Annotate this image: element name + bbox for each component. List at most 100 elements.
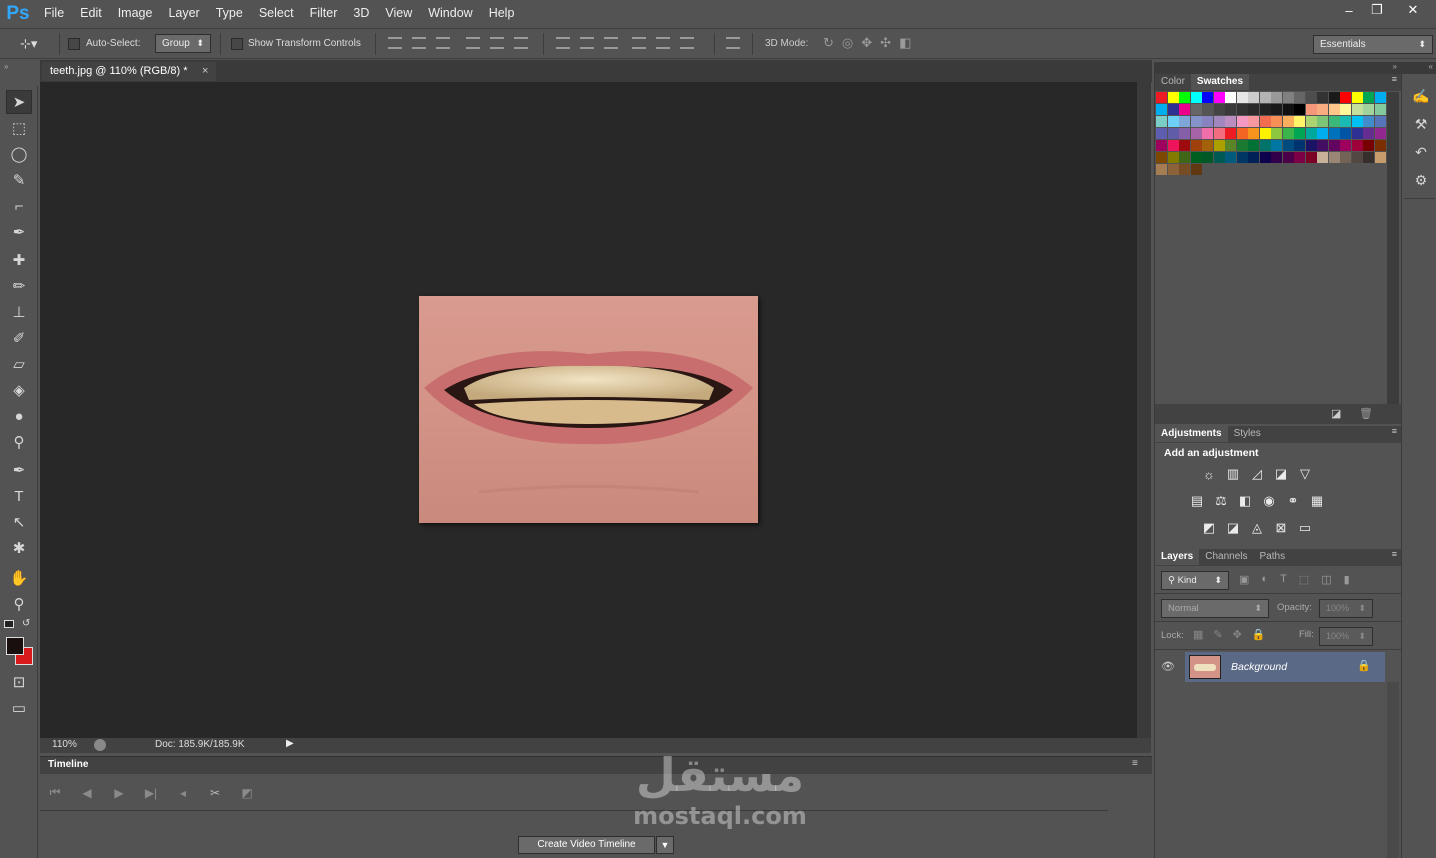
auto-select-dropdown[interactable]: Group: [155, 34, 211, 53]
swatch[interactable]: [1190, 140, 1202, 151]
panel-menu-icon[interactable]: ≡: [1392, 74, 1401, 91]
swatch[interactable]: [1305, 104, 1317, 115]
quick-mask-icon[interactable]: ⊡: [6, 670, 32, 694]
restore-button[interactable]: ❐: [1362, 0, 1392, 20]
minimize-button[interactable]: –: [1334, 0, 1364, 20]
swatch[interactable]: [1236, 92, 1248, 103]
menu-filter[interactable]: Filter: [302, 0, 346, 27]
marquee-tool-icon[interactable]: ⬚: [6, 116, 32, 140]
distribute-right-icon[interactable]: [680, 37, 694, 49]
opacity-input[interactable]: 100%: [1319, 599, 1373, 618]
menu-layer[interactable]: Layer: [160, 0, 207, 27]
split-icon[interactable]: ✂: [206, 784, 224, 802]
move-tool-icon[interactable]: ➤: [6, 90, 32, 114]
curves-icon[interactable]: ◿: [1249, 466, 1265, 481]
smart-object-filter-icon[interactable]: ◫: [1321, 573, 1331, 586]
swatch[interactable]: [1294, 140, 1305, 151]
swatch[interactable]: [1294, 128, 1305, 139]
swatch[interactable]: [1271, 92, 1282, 103]
swatch[interactable]: [1351, 128, 1363, 139]
hand-tool-icon[interactable]: ✋: [6, 566, 32, 590]
swatch[interactable]: [1305, 128, 1317, 139]
timeline-menu-icon[interactable]: ≡: [1132, 758, 1138, 769]
foreground-color-swatch[interactable]: [6, 637, 24, 655]
levels-icon[interactable]: ▥: [1225, 466, 1241, 481]
align-left-icon[interactable]: [466, 37, 480, 49]
swatch[interactable]: [1225, 140, 1236, 151]
brush-presets-icon[interactable]: ✍: [1411, 86, 1431, 106]
swatch[interactable]: [1179, 92, 1190, 103]
lock-position-icon[interactable]: ✥: [1233, 628, 1242, 641]
swatch[interactable]: [1340, 92, 1351, 103]
zoom-level[interactable]: 110%: [52, 739, 77, 750]
channel-mixer-icon[interactable]: ⚭: [1285, 493, 1301, 508]
lock-pixels-icon[interactable]: ✎: [1213, 628, 1222, 641]
swatch[interactable]: [1328, 128, 1340, 139]
new-swatch-icon[interactable]: ◪: [1331, 407, 1341, 420]
swatch[interactable]: [1156, 140, 1167, 151]
swatch[interactable]: [1317, 104, 1328, 115]
swatch[interactable]: [1340, 116, 1351, 127]
dodge-tool-icon[interactable]: ⚲: [6, 430, 32, 454]
swatch[interactable]: [1202, 92, 1213, 103]
blend-mode-dropdown[interactable]: Normal: [1161, 599, 1269, 618]
swatch[interactable]: [1213, 152, 1225, 163]
audio-icon[interactable]: ◂: [174, 784, 192, 802]
swatch[interactable]: [1340, 128, 1351, 139]
swatch[interactable]: [1190, 128, 1202, 139]
swatch[interactable]: [1363, 92, 1374, 103]
swatch[interactable]: [1374, 128, 1386, 139]
posterize-icon[interactable]: ◪: [1225, 520, 1241, 535]
move-tool-preset-icon[interactable]: ⊹▾: [20, 36, 37, 52]
distribute-top-icon[interactable]: [556, 37, 570, 49]
threshold-icon[interactable]: ◬: [1249, 520, 1265, 535]
swatch[interactable]: [1202, 128, 1213, 139]
swatch[interactable]: [1179, 140, 1190, 151]
collapse-tools-icon[interactable]: »: [0, 62, 38, 74]
swatch[interactable]: [1213, 116, 1225, 127]
swatch[interactable]: [1248, 104, 1259, 115]
swatch[interactable]: [1328, 104, 1340, 115]
distribute-left-icon[interactable]: [632, 37, 646, 49]
swatch[interactable]: [1179, 104, 1190, 115]
swatch[interactable]: [1248, 128, 1259, 139]
history-icon[interactable]: ↶: [1411, 142, 1431, 162]
swatch[interactable]: [1248, 116, 1259, 127]
swatch[interactable]: [1317, 152, 1328, 163]
swatch[interactable]: [1190, 92, 1202, 103]
swatch[interactable]: [1190, 164, 1202, 175]
distribute-vcenter-icon[interactable]: [580, 37, 594, 49]
collapse-panels-icon[interactable]: »: [1155, 62, 1401, 74]
swatch[interactable]: [1374, 140, 1386, 151]
document-tab[interactable]: teeth.jpg @ 110% (RGB/8) * ×: [42, 62, 216, 81]
tab-color[interactable]: Color: [1155, 74, 1191, 90]
swatch[interactable]: [1167, 164, 1179, 175]
swatch[interactable]: [1167, 128, 1179, 139]
tool-presets-icon[interactable]: ⚒: [1411, 114, 1431, 134]
swatch[interactable]: [1374, 104, 1386, 115]
swatch[interactable]: [1236, 116, 1248, 127]
swatch[interactable]: [1202, 104, 1213, 115]
auto-align-icon[interactable]: [726, 37, 740, 49]
swatch[interactable]: [1156, 128, 1167, 139]
menu-3d[interactable]: 3D: [345, 0, 377, 27]
auto-select-checkbox[interactable]: [68, 38, 80, 50]
swatch[interactable]: [1351, 140, 1363, 151]
swatch[interactable]: [1167, 116, 1179, 127]
path-select-icon[interactable]: ↖: [6, 510, 32, 534]
swatch[interactable]: [1190, 116, 1202, 127]
tab-paths[interactable]: Paths: [1254, 549, 1292, 565]
swatch[interactable]: [1294, 152, 1305, 163]
swatch[interactable]: [1259, 116, 1271, 127]
swatch[interactable]: [1271, 116, 1282, 127]
swatch[interactable]: [1213, 140, 1225, 151]
swatch[interactable]: [1351, 104, 1363, 115]
swatch[interactable]: [1363, 128, 1374, 139]
shape-filter-icon[interactable]: ⬚: [1299, 573, 1309, 586]
type-filter-icon[interactable]: T: [1280, 573, 1287, 586]
swatch[interactable]: [1167, 140, 1179, 151]
swatch[interactable]: [1179, 116, 1190, 127]
swatch[interactable]: [1317, 116, 1328, 127]
swatch[interactable]: [1156, 164, 1167, 175]
swatch[interactable]: [1236, 152, 1248, 163]
